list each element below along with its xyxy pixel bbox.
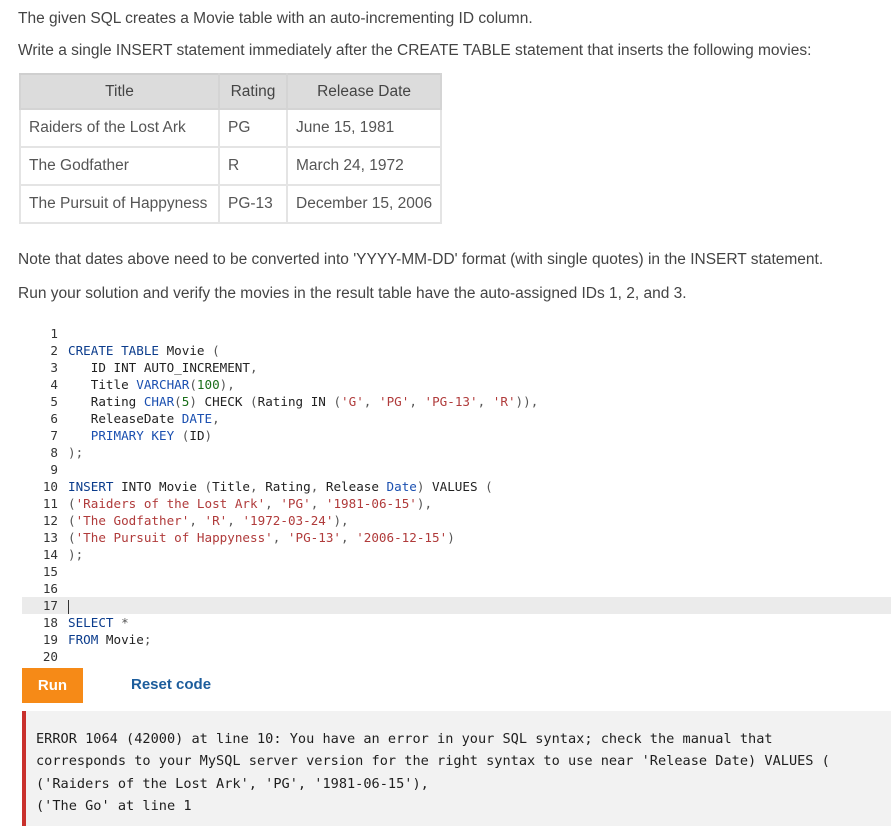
- table-cell: The Pursuit of Happyness: [19, 184, 220, 224]
- line-number: 17: [42, 598, 58, 613]
- code-line[interactable]: 17: [22, 597, 891, 614]
- line-number: 13: [42, 530, 58, 545]
- error-line: ('Raiders of the Lost Ark', 'PG', '1981-…: [36, 775, 429, 792]
- table-row: The Pursuit of Happyness PG-13 December …: [19, 184, 443, 224]
- code-text: ('The Godfather', 'R', '1972-03-24'),: [68, 513, 349, 528]
- code-text: [68, 597, 69, 614]
- table-cell: PG: [218, 108, 288, 148]
- code-text: );: [68, 445, 84, 460]
- line-number: 2: [50, 343, 58, 358]
- code-line[interactable]: 11 ('Raiders of the Lost Ark', 'PG', '198…: [22, 495, 891, 512]
- code-line[interactable]: 6 ReleaseDate DATE,: [22, 410, 891, 427]
- table-cell: June 15, 1981: [285, 108, 443, 148]
- line-number: 1: [50, 326, 58, 341]
- line-number: 18: [42, 615, 58, 630]
- code-line[interactable]: 4 Title VARCHAR(100),: [22, 376, 891, 393]
- line-number: 3: [50, 360, 58, 375]
- table-cell: March 24, 1972: [285, 146, 443, 186]
- code-line[interactable]: 12 ('The Godfather', 'R', '1972-03-24'),: [22, 512, 891, 529]
- table-cell: The Godfather: [19, 146, 220, 186]
- line-number: 7: [50, 428, 58, 443]
- table-cell: December 15, 2006: [285, 184, 443, 224]
- code-text: Rating CHAR(5) CHECK (Rating IN ('G', 'P…: [68, 394, 539, 409]
- code-text: PRIMARY KEY (ID): [90, 428, 213, 443]
- code-line[interactable]: 15: [22, 563, 891, 580]
- line-number: 4: [50, 377, 58, 392]
- code-line[interactable]: 2 CREATE TABLE Movie (: [22, 342, 891, 359]
- column-header-release-date: Release Date: [285, 73, 443, 110]
- table-cell: R: [218, 146, 288, 186]
- code-line[interactable]: 14);: [22, 546, 891, 563]
- code-text: SELECT *: [68, 615, 129, 630]
- run-button[interactable]: Run: [22, 668, 83, 703]
- line-number: 9: [50, 462, 58, 477]
- line-number: 8: [50, 445, 58, 460]
- code-line[interactable]: 5 Rating CHAR(5) CHECK (Rating IN ('G', …: [22, 393, 891, 410]
- code-text: );: [68, 547, 84, 562]
- code-line[interactable]: 19 FROM Movie;: [22, 631, 891, 648]
- error-line: ERROR 1064 (42000) at line 10: You have …: [36, 731, 773, 747]
- line-number: 5: [50, 394, 58, 409]
- instruction-text-2: Write a single INSERT statement immediat…: [18, 42, 812, 59]
- error-line: ('The Go' at line 1: [36, 797, 192, 814]
- note-text-1: Note that dates above need to be convert…: [18, 251, 824, 268]
- code-text: ID INT AUTO_INCREMENT,: [68, 360, 258, 375]
- line-number: 15: [42, 564, 58, 579]
- line-number: 14: [42, 547, 58, 562]
- line-number: 12: [42, 513, 58, 528]
- code-line[interactable]: 1: [22, 325, 891, 342]
- column-header-title: Title: [19, 73, 220, 110]
- code-text: ('The Pursuit of Happyness', 'PG-13', '2…: [68, 530, 455, 545]
- code-text: FROM Movie;: [68, 632, 152, 647]
- code-line[interactable]: 20: [22, 648, 891, 665]
- reset-code-link[interactable]: Reset code: [131, 676, 211, 693]
- code-text: CREATE TABLE Movie (: [68, 343, 220, 358]
- table-row: Raiders of the Lost Ark PG June 15, 1981: [19, 108, 443, 148]
- line-number: 11: [42, 496, 58, 511]
- error-line: corresponds to your MySQL server version…: [36, 753, 830, 770]
- code-line[interactable]: 10 INSERT INTO Movie (Title, Rating, Rele…: [22, 478, 891, 495]
- line-number: 6: [50, 411, 58, 426]
- code-line[interactable]: 9: [22, 461, 891, 478]
- text-cursor: [68, 599, 69, 614]
- code-text: Title VARCHAR(100),: [68, 377, 235, 392]
- note-text-2: Run your solution and verify the movies …: [18, 285, 687, 302]
- code-editor[interactable]: 1 2 CREATE TABLE Movie (3 ID INT AUTO_INCR…: [22, 322, 891, 665]
- code-line[interactable]: 3 ID INT AUTO_INCREMENT,: [22, 359, 891, 376]
- line-number: 10: [42, 479, 58, 494]
- line-number: 16: [42, 581, 58, 596]
- instruction-text-1: The given SQL creates a Movie table with…: [18, 10, 533, 27]
- code-text: ReleaseDate DATE,: [68, 411, 220, 426]
- code-line[interactable]: 13 ('The Pursuit of Happyness', 'PG-13', …: [22, 529, 891, 546]
- error-output: ERROR 1064 (42000) at line 10: You have …: [22, 711, 891, 826]
- code-line[interactable]: 7 PRIMARY KEY (ID): [22, 427, 891, 444]
- column-header-rating: Rating: [218, 73, 288, 110]
- line-number: 20: [42, 649, 58, 664]
- table-row: The Godfather R March 24, 1972: [19, 146, 443, 186]
- code-text: INSERT INTO Movie (Title, Rating, Releas…: [68, 479, 493, 494]
- code-text: ('Raiders of the Lost Ark', 'PG', '1981-…: [68, 496, 433, 511]
- code-line[interactable]: 8);: [22, 444, 891, 461]
- code-line[interactable]: 18 SELECT *: [22, 614, 891, 631]
- code-line[interactable]: 16: [22, 580, 891, 597]
- line-number: 19: [42, 632, 58, 647]
- table-cell: Raiders of the Lost Ark: [19, 108, 220, 148]
- movies-table: Title Rating Release Date Raiders of the…: [19, 73, 443, 224]
- table-cell: PG-13: [218, 184, 288, 224]
- table-header-row: Title Rating Release Date: [19, 73, 443, 110]
